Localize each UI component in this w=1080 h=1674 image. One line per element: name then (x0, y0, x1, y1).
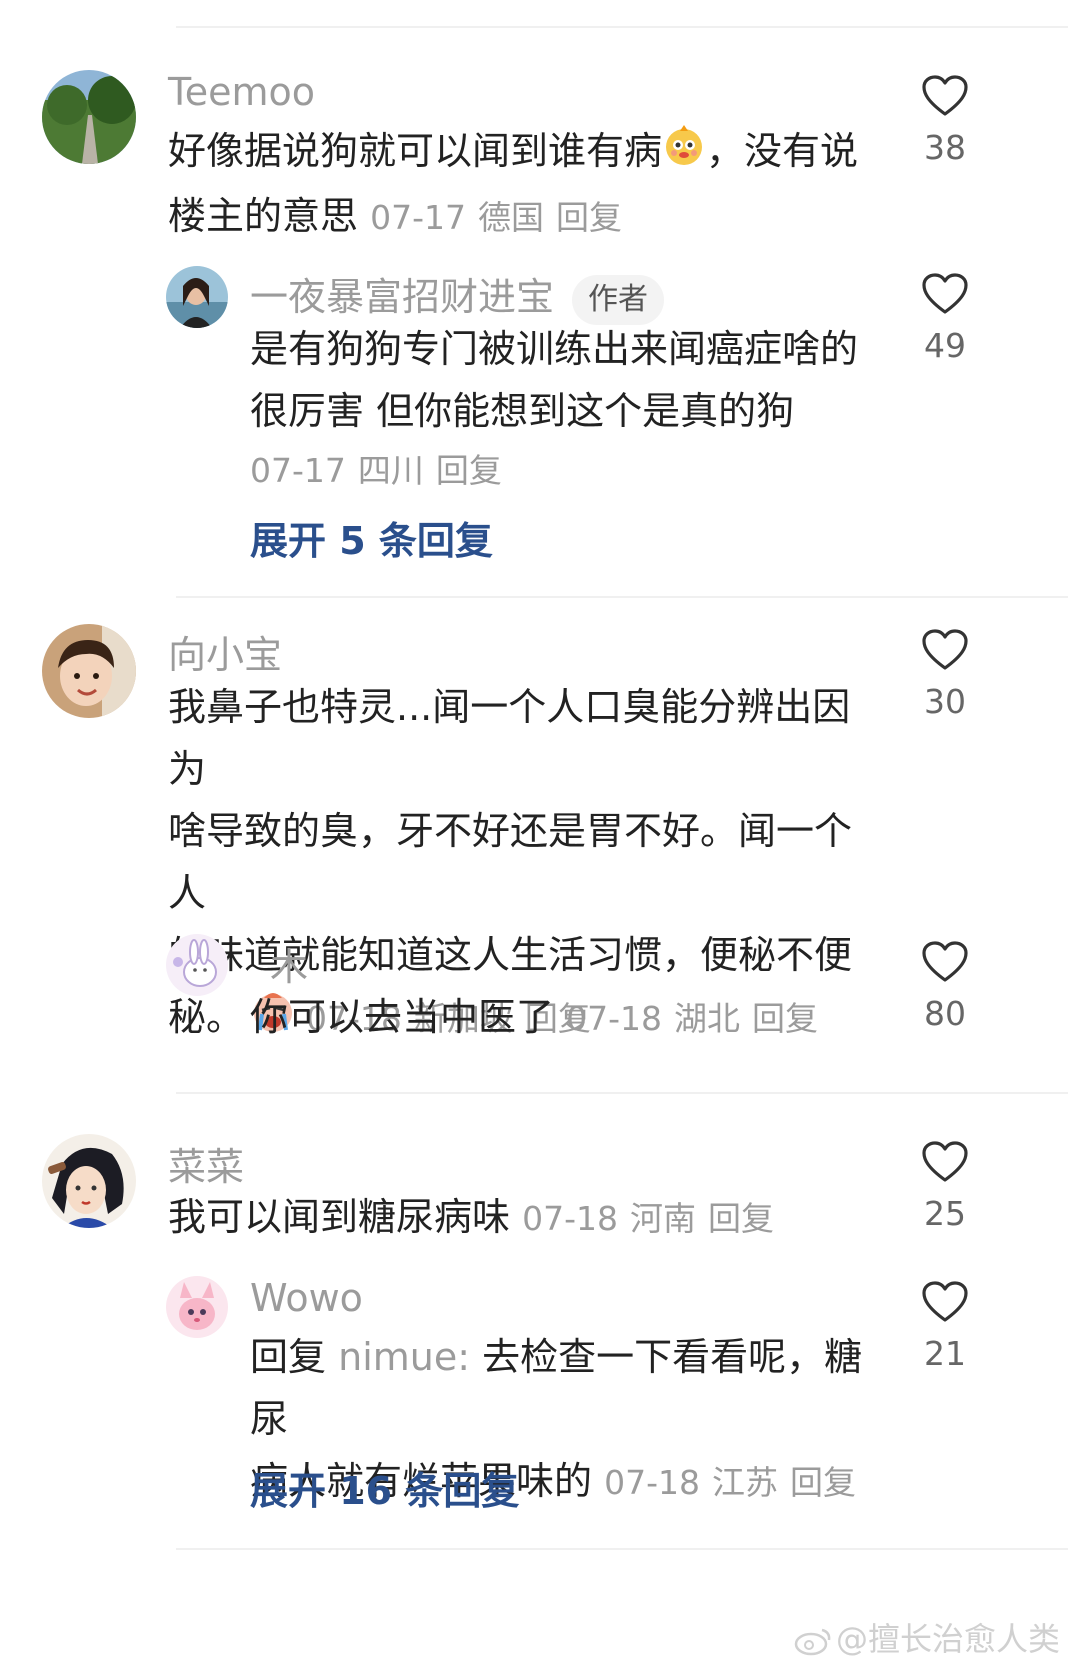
divider (176, 1548, 1068, 1550)
like-count: 21 (924, 1334, 966, 1373)
watermark: @擅长治愈人类 (794, 1614, 1060, 1660)
like-count: 80 (924, 994, 966, 1033)
username[interactable]: 向小宝 (168, 624, 282, 679)
reply-button[interactable]: 回复 (556, 198, 622, 237)
comment-location: 河南 (630, 1199, 696, 1238)
divider (176, 26, 1068, 28)
watermark-text: @擅长治愈人类 (835, 1620, 1060, 1658)
reply-button[interactable]: 回复 (790, 1463, 856, 1502)
comment-text: 是有狗狗专门被训练出来闻癌症啥的 很厉害 但你能想到这个是真的狗 (250, 318, 870, 442)
reply-button[interactable]: 回复 (708, 1199, 774, 1238)
heart-icon (922, 629, 968, 670)
heart-icon (922, 1141, 968, 1182)
username-text: 一夜暴富招财进宝 (250, 275, 555, 319)
like-count: 30 (924, 682, 966, 721)
like-button[interactable]: 25 (905, 1140, 985, 1233)
heart-icon (922, 1281, 968, 1322)
comment-text-line: 我可以闻到糖尿病味 (168, 1195, 511, 1239)
avatar[interactable] (166, 934, 228, 996)
comment-text-part: ，没有说 (706, 129, 859, 173)
reply-button[interactable]: 回复 (436, 451, 502, 490)
comment-text: 好像据说狗就可以闻到谁有病 ，没有说 楼主的意思 07-17 德国 回复 (168, 120, 868, 249)
comment-text-line: 我鼻子也特灵...闻一个人口臭能分辨出因为 (168, 685, 851, 791)
reply-button[interactable]: 回复 (752, 999, 818, 1038)
username[interactable]: 一夜暴富招财进宝 作者 (250, 266, 665, 325)
comment-date: 07-18 (604, 1463, 700, 1502)
avatar[interactable] (166, 266, 228, 328)
like-count: 38 (924, 128, 966, 167)
avatar[interactable] (42, 624, 136, 718)
cartoon-face-emoji (662, 123, 706, 185)
like-button[interactable]: 21 (905, 1280, 985, 1373)
comment-text-line: 啥导致的臭，牙不好还是胃不好。闻一个人 (168, 809, 853, 915)
divider (176, 596, 1068, 598)
comment-location: 江苏 (712, 1463, 778, 1502)
avatar[interactable] (42, 1134, 136, 1228)
username[interactable]: Wowo (250, 1276, 363, 1320)
comment-text-line: 很厉害 但你能想到这个是真的狗 (250, 389, 795, 433)
comment-text: 你可以去当中医了 07-18 湖北 回复 (250, 986, 890, 1050)
weibo-logo-icon (794, 1628, 831, 1656)
reply-prefix: 回复 (250, 1335, 327, 1379)
comment-location: 德国 (478, 197, 544, 237)
heart-icon (922, 273, 968, 314)
comment-date: 07-17 (370, 197, 466, 237)
like-button[interactable]: 49 (905, 272, 985, 365)
comment-text: 我可以闻到糖尿病味 07-18 河南 回复 (168, 1186, 868, 1250)
divider (176, 1092, 1068, 1094)
heart-icon (922, 75, 968, 116)
comment-text-line: 秘。 (168, 995, 245, 1039)
expand-replies-button[interactable]: 展开 5 条回复 (250, 510, 493, 565)
username[interactable]: 菜菜 (168, 1136, 244, 1191)
comment-text-part: 好像据说狗就可以闻到谁有病 (168, 129, 663, 173)
like-count: 25 (924, 1194, 966, 1233)
like-count: 49 (924, 326, 966, 365)
author-badge: 作者 (572, 274, 665, 325)
comment-text-line: 是有狗狗专门被训练出来闻癌症啥的 (250, 327, 859, 371)
like-button[interactable]: 80 (905, 940, 985, 1033)
comment-location: 四川 (357, 451, 424, 490)
avatar[interactable] (166, 1276, 228, 1338)
comment-text-line: 你可以去当中医了 (250, 995, 555, 1039)
reply-to-user[interactable]: nimue: (338, 1335, 470, 1379)
heart-icon (922, 941, 968, 982)
like-button[interactable]: 30 (905, 628, 985, 721)
comment-location: 湖北 (674, 999, 740, 1038)
comment-date: 07-18 (522, 1199, 618, 1238)
avatar[interactable] (42, 70, 136, 164)
expand-replies-button[interactable]: 展开 16 条回复 (250, 1460, 519, 1515)
comment-meta: 07-17 四川 回复 (250, 444, 514, 492)
like-button[interactable]: 38 (905, 74, 985, 167)
comment-date: 07-18 (566, 999, 662, 1038)
username[interactable]: Teemoo (168, 70, 315, 114)
comment-date: 07-17 (250, 451, 346, 490)
username[interactable]: 木 (270, 936, 308, 991)
comment-text-part: 楼主的意思 (168, 193, 359, 238)
